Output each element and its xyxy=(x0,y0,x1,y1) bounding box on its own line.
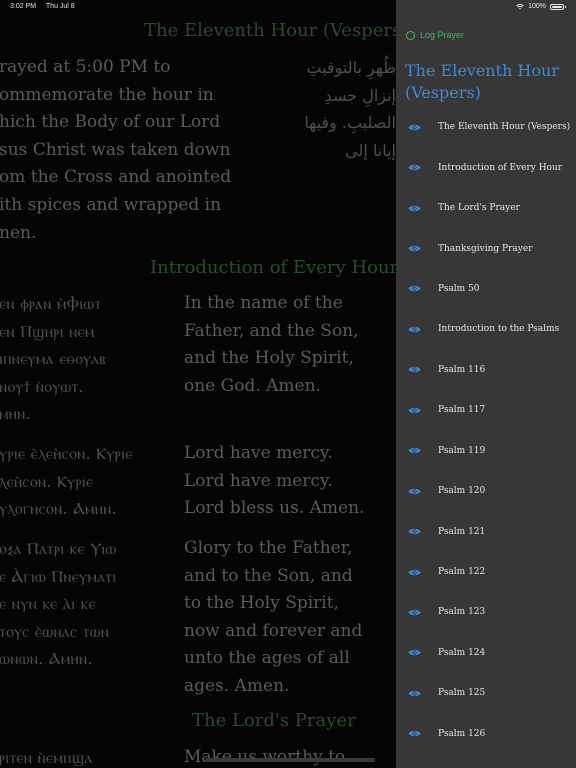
english-block-3: Glory to the Father, and to the Son, and… xyxy=(184,538,363,696)
sidebar-item-psalm-122[interactable]: Psalm 122 xyxy=(396,552,576,592)
sidebar-item-label: Psalm 119 xyxy=(438,445,486,456)
eye-icon xyxy=(408,648,421,657)
sidebar-item-psalm-117[interactable]: Psalm 117 xyxy=(396,390,576,430)
eye-icon xyxy=(408,204,421,213)
sidebar-item-label: Psalm 126 xyxy=(438,728,486,739)
sidebar-item-label: Psalm 124 xyxy=(438,647,486,658)
eye-icon xyxy=(408,163,421,172)
sidebar-item-label: Introduction to the Psalms xyxy=(438,324,560,335)
sidebar-item-label: Psalm 123 xyxy=(438,607,486,618)
sidebar-item-label: Psalm 117 xyxy=(438,405,486,416)
eye-icon xyxy=(408,729,421,738)
section-title-vespers: The Eleventh Hour (Vespers) xyxy=(144,20,396,41)
eye-icon xyxy=(408,284,421,293)
sidebar-item-label: The Lord's Prayer xyxy=(438,203,520,214)
section-title-lords-prayer: The Lord's Prayer xyxy=(192,710,356,731)
sidebar-item-label: The Eleventh Hour (Vespers) xyxy=(438,122,571,133)
eye-icon xyxy=(408,123,421,132)
sidebar-item-psalm-119[interactable]: Psalm 119 xyxy=(396,431,576,471)
sidebar-item-the-lord-s-prayer[interactable]: The Lord's Prayer xyxy=(396,188,576,228)
sidebar-item-psalm-125[interactable]: Psalm 125 xyxy=(396,673,576,713)
eye-icon xyxy=(408,527,421,536)
sidebar-item-psalm-123[interactable]: Psalm 123 xyxy=(396,592,576,632)
status-time: 3:02 PM xyxy=(10,3,37,10)
circle-icon xyxy=(406,30,415,40)
sidebar-item-psalm-116[interactable]: Psalm 116 xyxy=(396,350,576,390)
eye-icon xyxy=(408,487,421,496)
sidebar-item-label: Psalm 125 xyxy=(438,688,486,699)
sidebar-title: The Eleventh Hour (Vespers) xyxy=(405,61,559,102)
prayer-content[interactable]: The Eleventh Hour (Vespers) rayed at 5:0… xyxy=(0,0,396,768)
eye-icon xyxy=(408,568,421,577)
sidebar-item-psalm-120[interactable]: Psalm 120 xyxy=(396,471,576,511)
sidebar-item-thanksgiving-prayer[interactable]: Thanksgiving Prayer xyxy=(396,228,576,268)
coptic-block-2: ⲩⲣⲓⲉ ⲉ̀ⲗⲉⲏ̀ⲥⲟⲛ. Ⲕⲩⲣⲓⲉ ⲗⲉⲏ̀ⲥⲟⲛ. Ⲕⲩⲣⲓⲉ ⲩⲗⲟ… xyxy=(0,444,133,519)
eye-icon xyxy=(408,365,421,374)
eye-icon xyxy=(408,244,421,253)
coptic-block-1: ⲉⲛ ⲫⲣⲁⲛ ⲙ̀Ⲫⲓⲱⲧ ⲉⲛ Ⲡϣⲏⲣⲓ ⲛⲉⲙ ⲓⲡⲛⲉⲩⲙⲁ ⲉⲑⲟⲩ… xyxy=(0,294,106,424)
sidebar-item-label: Psalm 122 xyxy=(438,567,486,578)
eye-icon xyxy=(408,325,421,334)
english-block-2: Lord have mercy. Lord have mercy. Lord b… xyxy=(184,443,365,519)
sidebar-item-label: Psalm 120 xyxy=(438,486,486,497)
sidebar-item-label: Introduction of Every Hour xyxy=(438,162,563,173)
sidebar-item-introduction-of-every-hour[interactable]: Introduction of Every Hour xyxy=(396,147,576,187)
coptic-block-4: ⲣⲓⲧⲉⲛ ⲛ̀ⲉⲙⲡϣⲁ xyxy=(0,748,93,767)
log-prayer-label: Log Prayer xyxy=(420,30,465,40)
log-prayer-button[interactable]: Log Prayer xyxy=(406,30,464,40)
eye-icon xyxy=(408,406,421,415)
battery-icon xyxy=(550,3,566,10)
sidebar-nav-list: The Eleventh Hour (Vespers) Introduction … xyxy=(396,107,576,754)
sidebar-item-psalm-121[interactable]: Psalm 121 xyxy=(396,511,576,551)
english-column-intro: rayed at 5:00 PM to ommemorate the hour … xyxy=(0,57,232,243)
coptic-block-3: ⲟⲝⲁ Ⲡⲁⲧⲣⲓ ⲕⲉ Ⲩⲓⲱ ⲉ Ⲁ̀ⲅⲓⲱ Ⲡⲛⲉⲩⲙⲁⲧⲓ ⲉ ⲛⲩⲛ … xyxy=(0,539,117,669)
battery-percent: 100% xyxy=(528,3,546,10)
eye-icon xyxy=(408,689,421,698)
sidebar-item-label: Psalm 116 xyxy=(438,364,486,375)
home-indicator[interactable] xyxy=(205,758,375,762)
sidebar-item-the-eleventh-hour-vespers[interactable]: The Eleventh Hour (Vespers) xyxy=(396,107,576,147)
section-title-introduction: Introduction of Every Hour xyxy=(150,257,396,278)
sidebar-item-psalm-124[interactable]: Psalm 124 xyxy=(396,633,576,673)
english-block-4: Make us worthy to xyxy=(184,747,346,767)
english-block-1: In the name of the Father, and the Son, … xyxy=(184,293,359,396)
sidebar-item-psalm-126[interactable]: Psalm 126 xyxy=(396,714,576,754)
wifi-icon xyxy=(516,3,524,10)
sidebar-item-label: Psalm 50 xyxy=(438,283,480,294)
eye-icon xyxy=(408,446,421,455)
status-date: Thu Jul 8 xyxy=(45,3,75,10)
sidebar-item-introduction-to-the-psalms[interactable]: Introduction to the Psalms xyxy=(396,309,576,349)
arabic-column-intro: ظُهرِ بالتوقيتِ إنزالِ جسدِ الصليبِ. وفي… xyxy=(304,58,396,160)
sidebar-item-psalm-50[interactable]: Psalm 50 xyxy=(396,269,576,309)
eye-icon xyxy=(408,608,421,617)
sidebar-item-label: Psalm 121 xyxy=(438,526,486,537)
sidebar: Log Prayer The Eleventh Hour (Vespers) T… xyxy=(396,0,576,768)
sidebar-item-label: Thanksgiving Prayer xyxy=(438,243,533,254)
status-bar: 3:02 PM Thu Jul 8 100% xyxy=(0,0,576,14)
